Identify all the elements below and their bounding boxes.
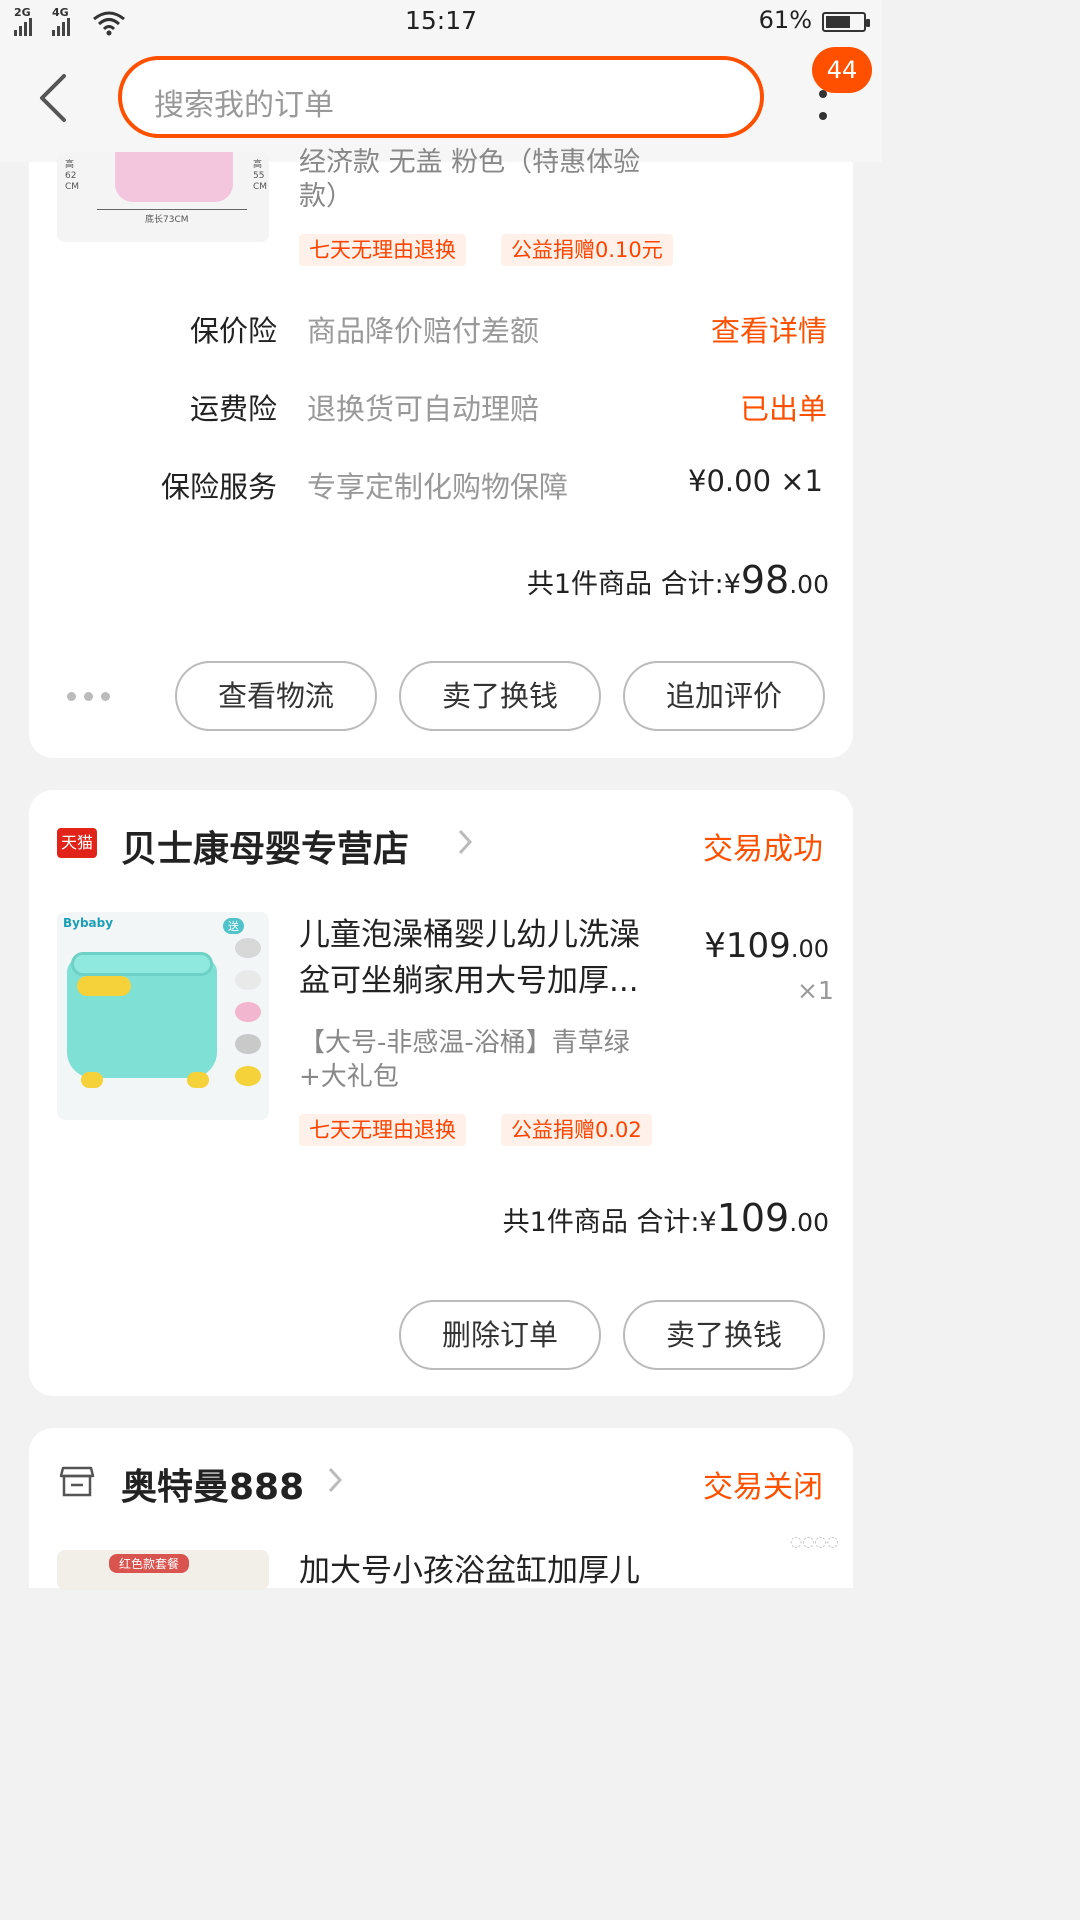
product-title-1[interactable]: 经济款 无盖 粉色（特惠体验 款） bbox=[299, 146, 640, 214]
order-card-1: 高 62 CM 高 55 CM 底长73CM 经济款 无盖 粉色（特惠体验 款） 七天无… bbox=[29, 147, 853, 758]
product-price-2: ¥109.00 bbox=[704, 926, 829, 966]
sell-for-cash-button[interactable]: 卖了换钱 bbox=[399, 661, 601, 731]
more-actions-icon[interactable] bbox=[67, 692, 110, 701]
add-review-button[interactable]: 追加评价 bbox=[623, 661, 825, 731]
status-bar: 2G 4G 15:17 61% bbox=[0, 0, 882, 44]
insurance-desc-service: 专享定制化购物保障 bbox=[307, 470, 569, 504]
tag-seven-day-return: 七天无理由退换 bbox=[299, 234, 466, 266]
product-title-2[interactable]: 儿童泡澡桶婴儿幼儿洗澡 盆可坐躺家用大号加厚... bbox=[299, 912, 640, 1004]
image-height-label-right: 高 bbox=[253, 160, 263, 170]
battery-icon bbox=[822, 12, 870, 32]
insurance-service-price: ¥0.00 ×1 bbox=[688, 464, 823, 498]
insurance-label-shipping: 运费险 bbox=[189, 392, 277, 426]
chevron-right-icon[interactable] bbox=[327, 1466, 343, 1494]
top-bar: 搜索我的订单 44 bbox=[0, 44, 882, 162]
image-height-label-left: 高 bbox=[65, 160, 75, 170]
order-status-2: 交易成功 bbox=[703, 832, 823, 867]
watermark: ◌◌◌◌ bbox=[790, 1534, 839, 1550]
view-logistics-button[interactable]: 查看物流 bbox=[175, 661, 377, 731]
message-badge[interactable]: 44 bbox=[812, 47, 872, 93]
insurance-desc-price: 商品降价赔付差额 bbox=[307, 314, 540, 348]
image-package-label: 红色款套餐 bbox=[109, 1554, 190, 1573]
image-gift-badge: 送 bbox=[223, 918, 244, 934]
order-card-3: 奥特曼888 交易关闭 红色款套餐 加大号小孩浴盆缸加厚儿 bbox=[29, 1428, 853, 1590]
insurance-label-service: 保险服务 bbox=[160, 470, 277, 504]
clock: 15:17 bbox=[404, 6, 478, 35]
sell-for-cash-button[interactable]: 卖了换钱 bbox=[623, 1300, 825, 1370]
order-total-2: 共1件商品 合计:¥109.00 bbox=[502, 1196, 829, 1240]
image-brand-label: Bybaby bbox=[63, 916, 114, 930]
order-status-3: 交易关闭 bbox=[703, 1470, 823, 1505]
delete-order-button[interactable]: 删除订单 bbox=[399, 1300, 601, 1370]
tmall-icon: 天猫 bbox=[57, 828, 97, 858]
image-bottom-label: 底长73CM bbox=[145, 215, 189, 225]
shop-name-2[interactable]: 贝士康母婴专营店 bbox=[121, 820, 409, 872]
store-icon bbox=[59, 1466, 95, 1497]
product-qty-2: ×1 bbox=[797, 976, 834, 1005]
tag-seven-day-return: 七天无理由退换 bbox=[299, 1114, 466, 1146]
product-title-3[interactable]: 加大号小孩浴盆缸加厚儿 bbox=[299, 1548, 640, 1594]
tag-charity: 公益捐赠0.02 bbox=[501, 1114, 652, 1146]
insurance-label-price: 保价险 bbox=[189, 314, 277, 348]
back-chevron-icon[interactable] bbox=[34, 72, 74, 124]
search-placeholder: 搜索我的订单 bbox=[154, 88, 334, 123]
tag-charity: 公益捐赠0.10元 bbox=[501, 234, 673, 266]
view-details-link[interactable]: 查看详情 bbox=[627, 308, 827, 350]
order-card-2: 天猫 贝士康母婴专营店 交易成功 Bybaby 送 儿童泡澡桶婴儿幼儿洗澡 盆可… bbox=[29, 790, 853, 1396]
product-image-1[interactable]: 高 62 CM 高 55 CM 底长73CM bbox=[57, 152, 269, 242]
search-input[interactable]: 搜索我的订单 bbox=[118, 56, 764, 138]
product-image-3[interactable]: 红色款套餐 bbox=[57, 1550, 269, 1590]
chevron-right-icon[interactable] bbox=[457, 828, 473, 856]
product-spec-2: 【大号-非感温-浴桶】青草绿 +大礼包 bbox=[299, 1028, 630, 1092]
policy-issued-link[interactable]: 已出单 bbox=[627, 386, 827, 428]
battery-percent: 61% bbox=[758, 6, 812, 34]
insurance-desc-shipping: 退换货可自动理赔 bbox=[307, 392, 540, 426]
shop-name-3[interactable]: 奥特曼888 bbox=[121, 1458, 304, 1510]
order-total-1: 共1件商品 合计:¥98.00 bbox=[526, 558, 829, 602]
product-image-2[interactable]: Bybaby 送 bbox=[57, 912, 269, 1120]
